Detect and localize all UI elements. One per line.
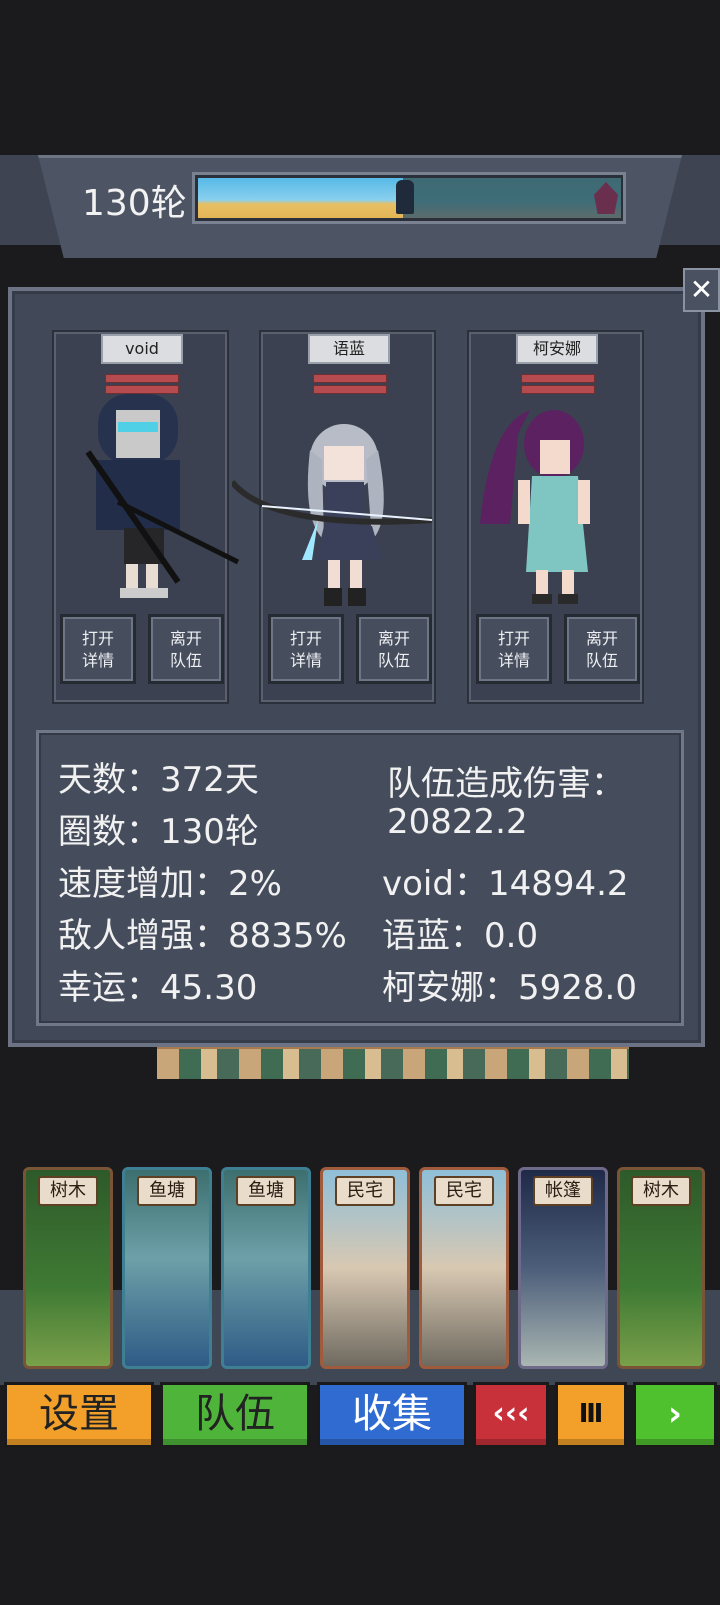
- collect-button[interactable]: 收集: [317, 1382, 467, 1448]
- stat-speed: 速度增加：2%: [58, 864, 282, 904]
- keanna-character-sprite: [480, 410, 590, 604]
- settings-button[interactable]: 设置: [4, 1382, 154, 1448]
- open-details-button-void[interactable]: 打开 详情: [60, 614, 136, 684]
- party-name-keanna: 柯安娜: [516, 334, 598, 364]
- hp-bar: [521, 374, 595, 383]
- tile-label: 鱼塘: [137, 1176, 197, 1206]
- stat-team-damage-label: 队伍造成伤害：: [387, 764, 625, 804]
- hp-bar: [313, 374, 387, 383]
- stat-luck: 幸运：45.30: [58, 968, 258, 1008]
- tile-label: 树木: [631, 1176, 691, 1206]
- void-character-sprite: [85, 394, 240, 598]
- round-counter: 130轮: [82, 183, 187, 224]
- pause-button[interactable]: Ⅲ: [555, 1382, 627, 1448]
- stat-keanna-damage: 柯安娜：5928.0: [382, 968, 637, 1008]
- party-name-void: void: [101, 334, 183, 364]
- stat-days: 天数：372天: [58, 760, 259, 800]
- tile-label: 民宅: [335, 1176, 395, 1206]
- team-button[interactable]: 队伍: [160, 1382, 310, 1448]
- close-button[interactable]: ✕: [683, 268, 720, 312]
- tile-label: 民宅: [434, 1176, 494, 1206]
- leave-team-button-keanna[interactable]: 离开 队伍: [564, 614, 640, 684]
- progress-dark-section: [403, 178, 621, 218]
- party-name-yulan: 语蓝: [308, 334, 390, 364]
- mp-bar: [521, 385, 595, 394]
- hero-marker-icon: [396, 180, 414, 214]
- stat-rounds: 圈数：130轮: [58, 812, 259, 852]
- progress-sky-section: [198, 178, 403, 218]
- map-strip: [157, 1047, 629, 1079]
- play-button[interactable]: ›: [633, 1382, 717, 1448]
- open-details-button-yulan[interactable]: 打开 详情: [268, 614, 344, 684]
- yulan-character-sprite: [232, 424, 433, 606]
- open-details-button-keanna[interactable]: 打开 详情: [476, 614, 552, 684]
- stat-enemy-boost: 敌人增强：8835%: [58, 916, 347, 956]
- stat-void-damage: void：14894.2: [382, 864, 629, 904]
- leave-team-button-yulan[interactable]: 离开 队伍: [356, 614, 432, 684]
- leave-team-button-void[interactable]: 离开 队伍: [148, 614, 224, 684]
- tile-label: 树木: [38, 1176, 98, 1206]
- stat-yulan-damage: 语蓝：0.0: [382, 916, 539, 956]
- tile-label: 鱼塘: [236, 1176, 296, 1206]
- stat-team-damage-value: 20822.2: [387, 802, 528, 842]
- hp-bar: [105, 374, 179, 383]
- rewind-button[interactable]: ‹‹‹: [473, 1382, 549, 1448]
- mp-bar: [313, 385, 387, 394]
- tile-label: 帐篷: [533, 1176, 593, 1206]
